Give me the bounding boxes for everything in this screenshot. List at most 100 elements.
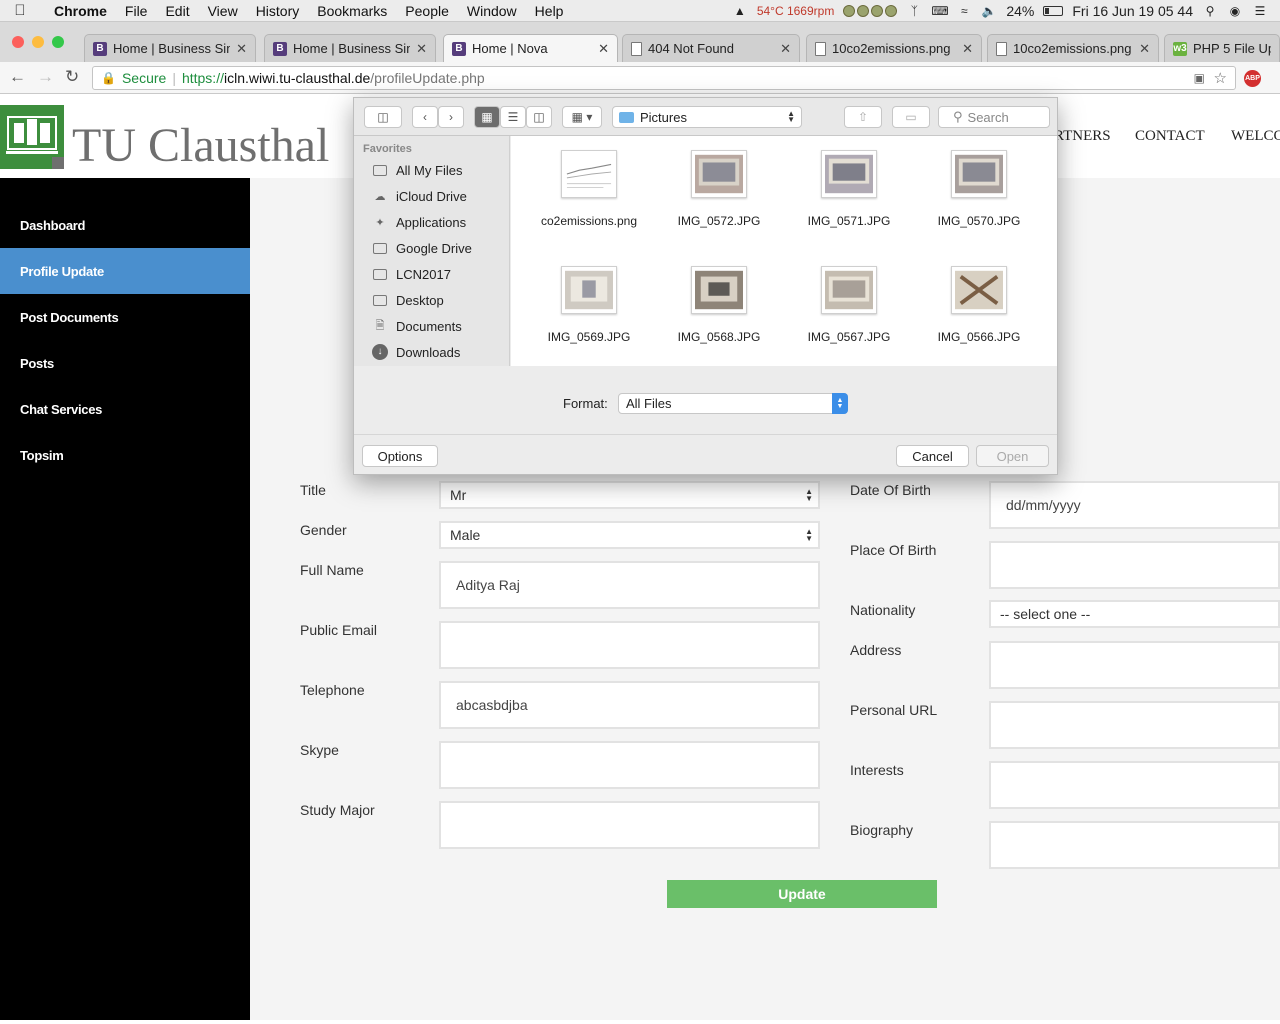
menu-help[interactable]: Help: [526, 3, 573, 19]
adblock-plus-icon[interactable]: ABP: [1244, 70, 1261, 87]
spotlight-search-icon[interactable]: ⚲: [1202, 4, 1218, 18]
close-tab-icon[interactable]: ✕: [236, 41, 247, 57]
icon-view-button[interactable]: ▦: [474, 106, 500, 128]
close-tab-icon[interactable]: ✕: [416, 41, 427, 57]
zoom-window-icon[interactable]: [52, 36, 64, 48]
sidebar-item-posts[interactable]: Posts: [0, 340, 250, 386]
site-logo-text[interactable]: TU Clausthal: [72, 122, 329, 170]
siri-icon[interactable]: ◉: [1227, 4, 1243, 18]
file-item[interactable]: IMG_0569.JPG: [529, 266, 649, 344]
address-bar[interactable]: 🔒 Secure | https:// icln.wiwi.tu-clausth…: [92, 66, 1236, 90]
open-button[interactable]: Open: [976, 445, 1049, 467]
location-popup[interactable]: Pictures ▲ ▼: [612, 106, 802, 128]
search-field[interactable]: ⚲ Search: [938, 106, 1050, 128]
battery-icon[interactable]: [1043, 6, 1064, 16]
menu-people[interactable]: People: [396, 3, 458, 19]
browser-tab[interactable]: 10co2emissions.png ✕: [806, 34, 982, 62]
study-major-input[interactable]: [439, 801, 820, 849]
temperature-readout[interactable]: 54°C 1669rpm: [757, 4, 835, 18]
close-tab-icon[interactable]: ✕: [962, 41, 973, 57]
menu-window[interactable]: Window: [458, 3, 526, 19]
biography-input[interactable]: [989, 821, 1280, 869]
forward-button[interactable]: ›: [438, 106, 464, 128]
menu-file[interactable]: File: [116, 3, 157, 19]
nav-welcome[interactable]: WELCO: [1231, 128, 1280, 145]
file-item[interactable]: IMG_0566.JPG: [919, 266, 1039, 344]
sidebar-item-post-documents[interactable]: Post Documents: [0, 294, 250, 340]
sidebar-item-applications[interactable]: ✦ Applications: [371, 212, 466, 232]
forward-arrow-icon[interactable]: →: [37, 67, 54, 87]
sidebar-item-downloads[interactable]: ↓ Downloads: [371, 342, 460, 362]
sidebar-item-icloud-drive[interactable]: ☁ iCloud Drive: [371, 186, 467, 206]
tags-button[interactable]: ▭: [892, 106, 930, 128]
reload-icon[interactable]: ↻: [65, 67, 79, 87]
format-select[interactable]: All Files ▲ ▼: [618, 393, 848, 414]
menu-view[interactable]: View: [199, 3, 247, 19]
back-button[interactable]: ‹: [412, 106, 438, 128]
list-view-button[interactable]: ☰: [500, 106, 526, 128]
sidebar-item-profile-update[interactable]: Profile Update: [0, 248, 250, 294]
file-item[interactable]: co2emissions.png: [529, 150, 649, 228]
file-item[interactable]: IMG_0567.JPG: [789, 266, 909, 344]
sidebar-item-lcn2017[interactable]: LCN2017: [371, 264, 451, 284]
personal-url-input[interactable]: [989, 701, 1280, 749]
menu-edit[interactable]: Edit: [156, 3, 198, 19]
menu-bookmarks[interactable]: Bookmarks: [308, 3, 396, 19]
bookmark-star-icon[interactable]: ☆: [1214, 69, 1227, 87]
menu-history[interactable]: History: [247, 3, 309, 19]
update-button[interactable]: Update: [667, 880, 937, 908]
browser-tab-active[interactable]: B Home | Nova ✕: [443, 34, 618, 62]
nav-partners[interactable]: RTNERS: [1054, 128, 1111, 145]
close-tab-icon[interactable]: ✕: [780, 41, 791, 57]
arrange-button[interactable]: ▦ ▾: [562, 106, 602, 128]
sidebar-item-desktop[interactable]: Desktop: [371, 290, 444, 310]
back-arrow-icon[interactable]: ←: [9, 67, 26, 87]
sidebar-item-all-my-files[interactable]: All My Files: [371, 160, 462, 180]
apple-menu-icon[interactable]: : [0, 2, 40, 19]
interests-input[interactable]: [989, 761, 1280, 809]
bluetooth-icon[interactable]: ᛉ: [906, 4, 922, 18]
file-item[interactable]: IMG_0571.JPG: [789, 150, 909, 228]
public-email-input[interactable]: [439, 621, 820, 669]
title-select[interactable]: Mr ▲ ▼: [439, 481, 820, 509]
triangle-icon[interactable]: ▲: [732, 4, 748, 18]
share-button[interactable]: ⇧: [844, 106, 882, 128]
nationality-select[interactable]: -- select one --: [989, 600, 1280, 628]
telephone-input[interactable]: abcasbdjba: [439, 681, 820, 729]
clock[interactable]: Fri 16 Jun 19 05 44: [1072, 3, 1193, 19]
minimize-window-icon[interactable]: [32, 36, 44, 48]
date-of-birth-input[interactable]: dd/mm/yyyy: [989, 481, 1280, 529]
browser-tab[interactable]: w3 PHP 5 File Uplo: [1164, 34, 1280, 62]
nav-contact[interactable]: CONTACT: [1135, 128, 1205, 145]
close-window-icon[interactable]: [12, 36, 24, 48]
browser-tab[interactable]: 10co2emissions.png ✕: [987, 34, 1159, 62]
notification-center-icon[interactable]: ☰: [1252, 4, 1268, 18]
battery-percent[interactable]: 24%: [1006, 3, 1034, 19]
sidebar-toggle-button[interactable]: ◫: [364, 106, 402, 128]
address-input[interactable]: [989, 641, 1280, 689]
wifi-icon[interactable]: ≈: [956, 4, 972, 18]
full-name-input[interactable]: Aditya Raj: [439, 561, 820, 609]
cancel-button[interactable]: Cancel: [896, 445, 969, 467]
close-tab-icon[interactable]: ✕: [1139, 41, 1150, 57]
column-view-button[interactable]: ◫: [526, 106, 552, 128]
file-item[interactable]: IMG_0570.JPG: [919, 150, 1039, 228]
skype-input[interactable]: [439, 741, 820, 789]
sidebar-item-google-drive[interactable]: Google Drive: [371, 238, 472, 258]
file-item[interactable]: IMG_0568.JPG: [659, 266, 779, 344]
place-of-birth-input[interactable]: [989, 541, 1280, 589]
blocked-content-icon[interactable]: ▣: [1194, 71, 1205, 85]
sidebar-item-documents[interactable]: 🗎 Documents: [371, 316, 462, 336]
menu-app-name[interactable]: Chrome: [40, 3, 116, 19]
volume-icon[interactable]: 🔈: [981, 4, 997, 18]
file-item[interactable]: IMG_0572.JPG: [659, 150, 779, 228]
keyboard-icon[interactable]: ⌨: [931, 4, 948, 18]
sidebar-item-chat-services[interactable]: Chat Services: [0, 386, 250, 432]
browser-tab[interactable]: B Home | Business Simu ✕: [264, 34, 436, 62]
sidebar-item-dashboard[interactable]: Dashboard: [0, 202, 250, 248]
close-tab-icon[interactable]: ✕: [598, 41, 609, 57]
sidebar-item-topsim[interactable]: Topsim: [0, 432, 250, 478]
gender-select[interactable]: Male ▲ ▼: [439, 521, 820, 549]
browser-tab[interactable]: 404 Not Found ✕: [622, 34, 800, 62]
browser-tab[interactable]: B Home | Business Simu ✕: [84, 34, 256, 62]
